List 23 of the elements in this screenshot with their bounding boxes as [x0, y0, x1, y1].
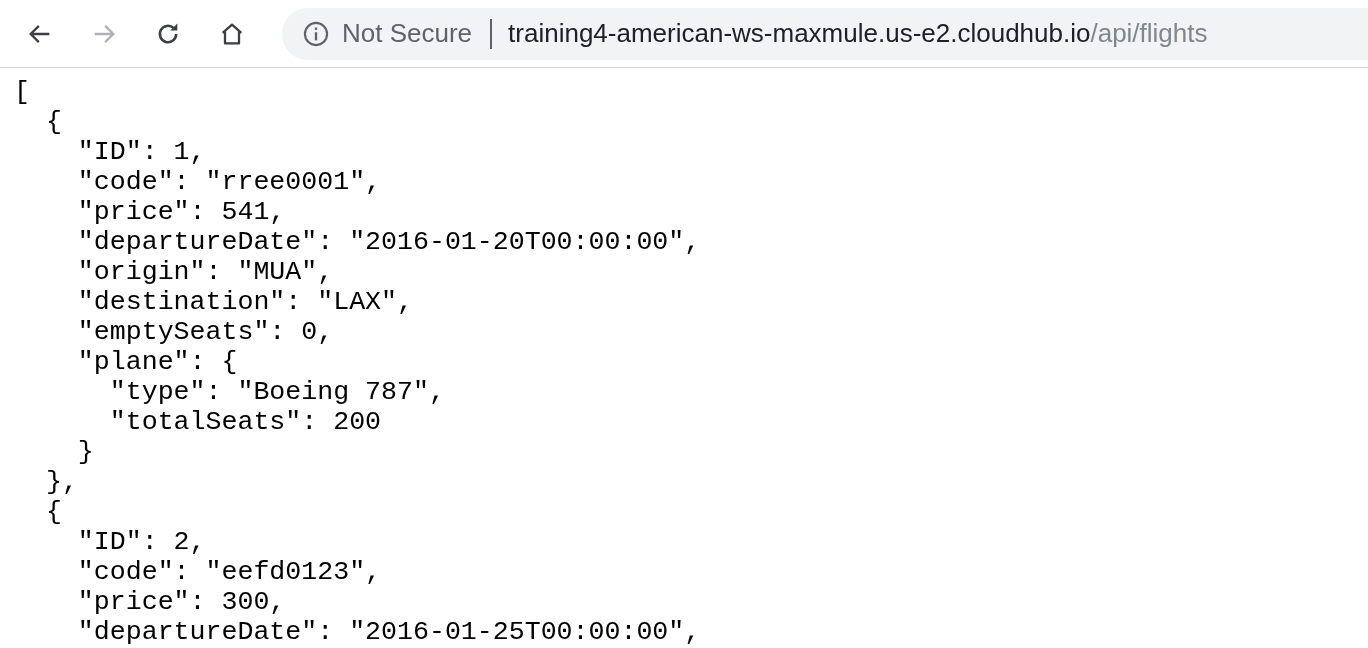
code-line: "plane": { — [76, 347, 238, 377]
code-line: "price": 541, — [76, 197, 286, 227]
code-line: [ — [14, 77, 30, 107]
code-line: { — [44, 107, 62, 137]
code-line: "departureDate": "2016-01-20T00:00:00", — [76, 227, 701, 257]
info-icon[interactable] — [302, 19, 330, 48]
code-line: "totalSeats": 200 — [108, 407, 382, 437]
code-line: } — [76, 437, 94, 467]
code-line: "price": 300, — [76, 587, 286, 617]
code-line: "emptySeats": 0, — [76, 317, 334, 347]
code-line: "code": "rree0001", — [76, 167, 382, 197]
code-line: "code": "eefd0123", — [76, 557, 382, 587]
code-line: "ID": 2, — [76, 527, 206, 557]
code-line: "destination": "LAX", — [76, 287, 413, 317]
code-line: "ID": 1, — [76, 137, 206, 167]
code-line: "departureDate": "2016-01-25T00:00:00", — [76, 617, 701, 647]
url-text: training4-american-ws-maxmule.us-e2.cloudhub.io/api/flights — [508, 18, 1208, 49]
code-line: { — [44, 497, 62, 527]
security-label: Not Secure — [342, 18, 473, 49]
code-line: }, — [44, 467, 78, 497]
address-bar[interactable]: Not Secure training4-american-ws-maxmule.us-e2.cloudhub.io/api/flights — [282, 7, 1368, 60]
code-line: "type": "Boeing 787", — [108, 377, 445, 407]
code-line: "origin": "MUA", — [76, 257, 334, 287]
